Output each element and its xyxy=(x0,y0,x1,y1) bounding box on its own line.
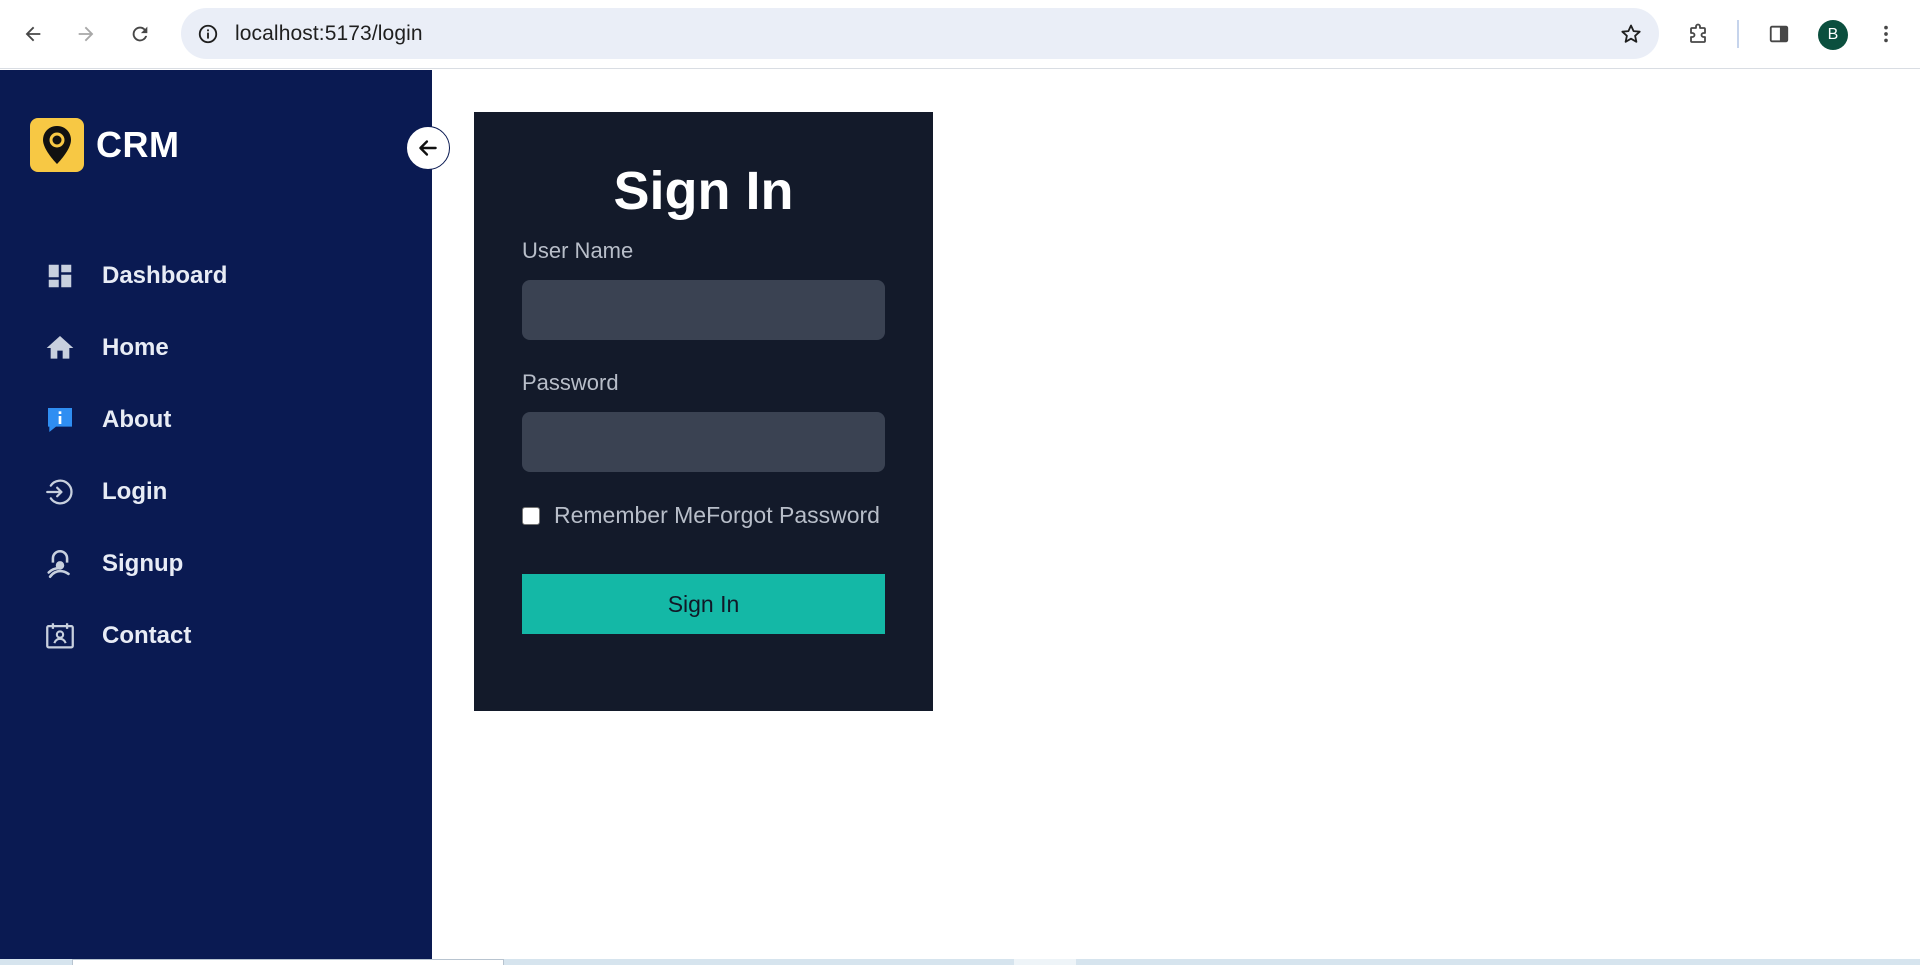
remember-row: Remember MeForgot Password xyxy=(522,502,880,529)
back-arrow-icon xyxy=(25,26,41,42)
sidebar-collapse-button[interactable] xyxy=(406,126,450,170)
brand[interactable]: CRM xyxy=(30,118,179,172)
sidebar-item-label: About xyxy=(102,406,172,433)
sidebar-item-label: Login xyxy=(102,478,168,505)
sidebar-item-contact[interactable]: Contact xyxy=(0,606,432,666)
taskbar-segment xyxy=(1014,959,1076,965)
home-icon xyxy=(42,330,78,366)
extensions-button[interactable] xyxy=(1679,14,1719,54)
sidebar-item-home[interactable]: Home xyxy=(0,318,432,378)
sidebar-item-label: Contact xyxy=(102,622,192,649)
info-icon xyxy=(42,402,78,438)
forward-button[interactable] xyxy=(66,14,106,54)
browser-toolbar: localhost:5173/login B xyxy=(0,0,1920,69)
address-bar[interactable]: localhost:5173/login xyxy=(181,8,1659,59)
login-title: Sign In xyxy=(613,161,794,221)
bookmark-star-icon[interactable] xyxy=(1617,20,1645,48)
forgot-password-link[interactable]: Forgot Password xyxy=(706,502,880,528)
side-panel-icon xyxy=(1769,25,1789,43)
sidebar: CRM Dashboard Home About Login Signup Co… xyxy=(0,70,432,960)
contact-icon xyxy=(42,618,78,654)
sidebar-item-signup[interactable]: Signup xyxy=(0,534,432,594)
password-input[interactable] xyxy=(522,412,885,472)
remember-me-label[interactable]: Remember Me xyxy=(554,502,706,528)
side-panel-button[interactable] xyxy=(1759,14,1799,54)
profile-avatar[interactable]: B xyxy=(1818,20,1848,50)
sidebar-item-label: Dashboard xyxy=(102,262,228,289)
more-vert-icon xyxy=(1884,25,1888,43)
toolbar-divider xyxy=(1737,20,1739,48)
reload-icon xyxy=(132,26,148,42)
remember-me-checkbox[interactable] xyxy=(522,506,540,525)
sidebar-item-login[interactable]: Login xyxy=(0,462,432,522)
remember-forgot-text: Remember MeForgot Password xyxy=(554,502,880,529)
dashboard-icon xyxy=(42,258,78,294)
brand-name: CRM xyxy=(96,124,180,165)
arrow-left-icon xyxy=(419,140,437,156)
sidebar-item-label: Signup xyxy=(102,550,184,577)
sidebar-item-dashboard[interactable]: Dashboard xyxy=(0,246,432,306)
site-info-icon[interactable] xyxy=(195,21,221,47)
login-card: Sign In User Name Password Remember MeFo… xyxy=(474,112,933,711)
back-button[interactable] xyxy=(13,14,53,54)
sign-in-button[interactable]: Sign In xyxy=(522,574,885,634)
password-label: Password xyxy=(522,370,619,395)
username-input[interactable] xyxy=(522,280,885,340)
sidebar-item-about[interactable]: About xyxy=(0,390,432,450)
login-icon xyxy=(42,474,78,510)
username-label: User Name xyxy=(522,238,634,263)
taskbar-window-thumbnail[interactable] xyxy=(72,959,504,965)
browser-menu-button[interactable] xyxy=(1866,14,1906,54)
reload-button[interactable] xyxy=(120,14,160,54)
puzzle-icon xyxy=(1690,23,1706,43)
forward-arrow-icon xyxy=(78,26,94,42)
signup-icon xyxy=(42,546,78,582)
location-pin-logo-icon xyxy=(30,118,84,172)
sidebar-item-label: Home xyxy=(102,334,169,361)
taskbar xyxy=(0,959,1920,965)
url-text[interactable]: localhost:5173/login xyxy=(235,22,423,46)
